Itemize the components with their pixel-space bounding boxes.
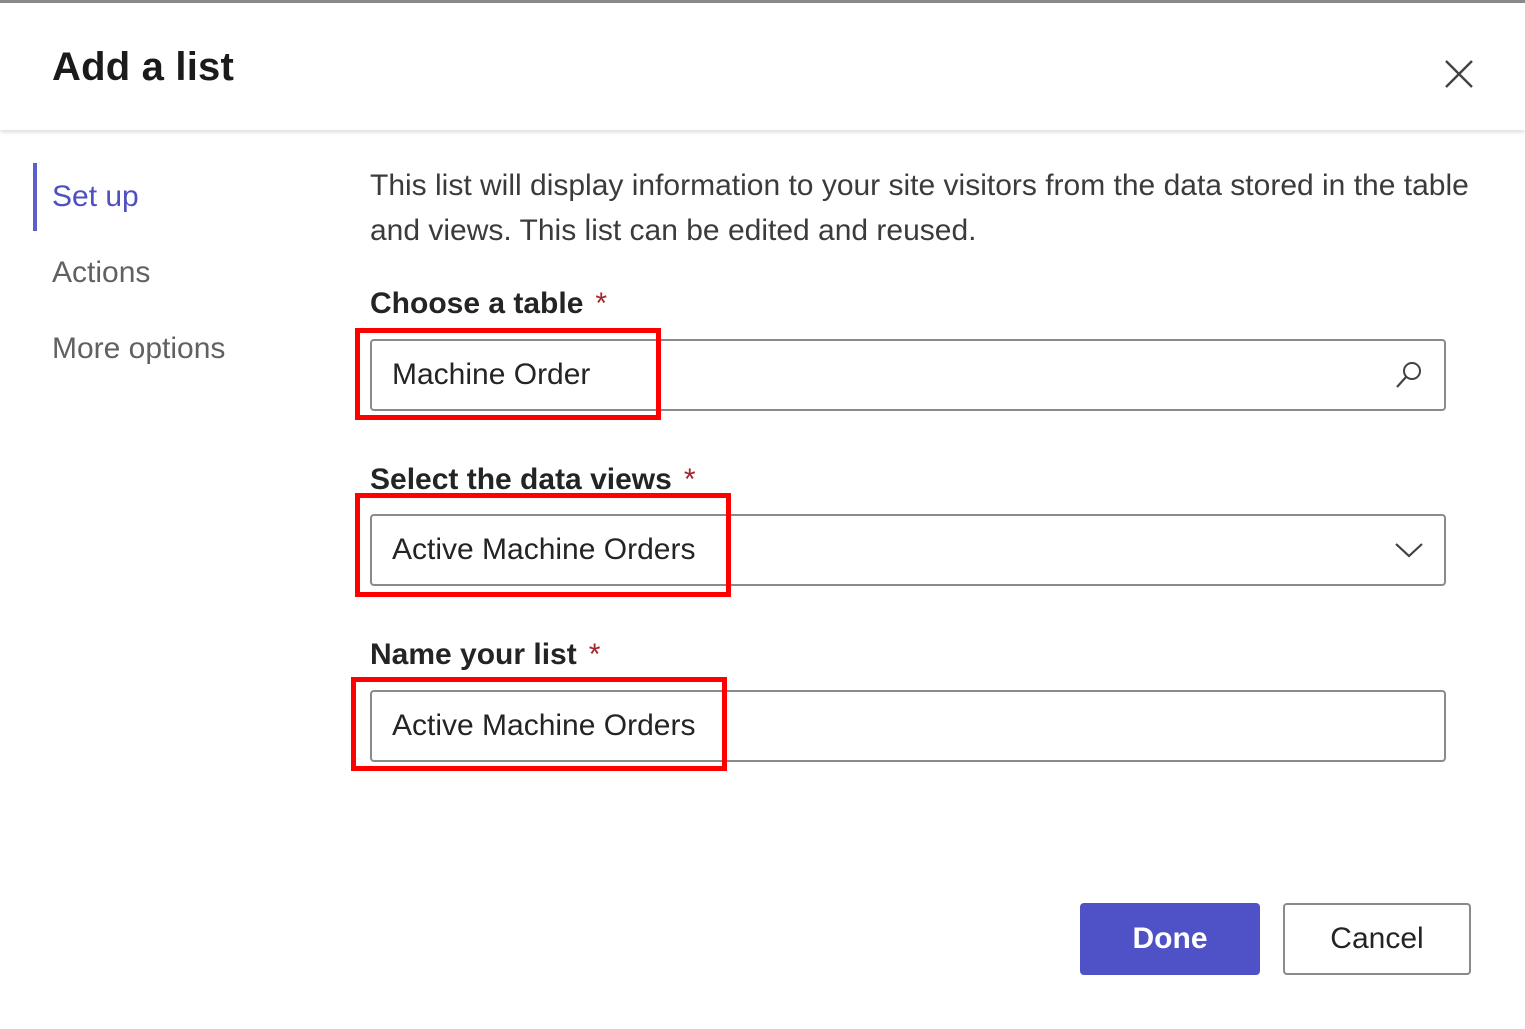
- name-field-label: Name your list *: [370, 638, 600, 672]
- search-icon: [1396, 362, 1421, 388]
- dialog-nav: Set up Actions More options: [0, 163, 330, 383]
- name-field-label-text: Name your list: [370, 638, 577, 671]
- list-name-field[interactable]: [370, 690, 1446, 762]
- add-list-dialog: Add a list Set up Actions More options T…: [0, 0, 1525, 1029]
- chevron-down-icon: [1395, 543, 1423, 558]
- required-mark: *: [588, 638, 601, 671]
- required-mark: *: [683, 463, 696, 496]
- dropdown-toggle[interactable]: [1374, 516, 1444, 584]
- table-search-input[interactable]: [372, 341, 1374, 409]
- data-views-selected: Active Machine Orders: [392, 533, 696, 566]
- close-icon: [1445, 60, 1473, 88]
- cancel-button[interactable]: Cancel: [1283, 903, 1471, 975]
- table-field-label-text: Choose a table: [370, 287, 584, 320]
- nav-item-actions[interactable]: Actions: [0, 239, 330, 307]
- table-field-label: Choose a table *: [370, 287, 607, 321]
- list-description: This list will display information to yo…: [370, 169, 1469, 247]
- table-search-field[interactable]: [370, 339, 1446, 411]
- data-views-dropdown[interactable]: Active Machine Orders: [370, 514, 1446, 586]
- nav-item-set-up[interactable]: Set up: [0, 163, 330, 231]
- views-field-label-text: Select the data views: [370, 463, 672, 496]
- done-button[interactable]: Done: [1080, 903, 1260, 975]
- setup-content: This list will display information to yo…: [370, 163, 1470, 762]
- dialog-header: Add a list: [0, 3, 1525, 130]
- required-mark: *: [595, 287, 608, 320]
- search-button[interactable]: [1374, 341, 1444, 409]
- dialog-title: Add a list: [52, 45, 235, 89]
- close-button[interactable]: [1436, 51, 1482, 97]
- nav-item-more-options[interactable]: More options: [0, 315, 330, 383]
- views-field-label: Select the data views *: [370, 463, 696, 497]
- list-name-input[interactable]: [372, 692, 1444, 760]
